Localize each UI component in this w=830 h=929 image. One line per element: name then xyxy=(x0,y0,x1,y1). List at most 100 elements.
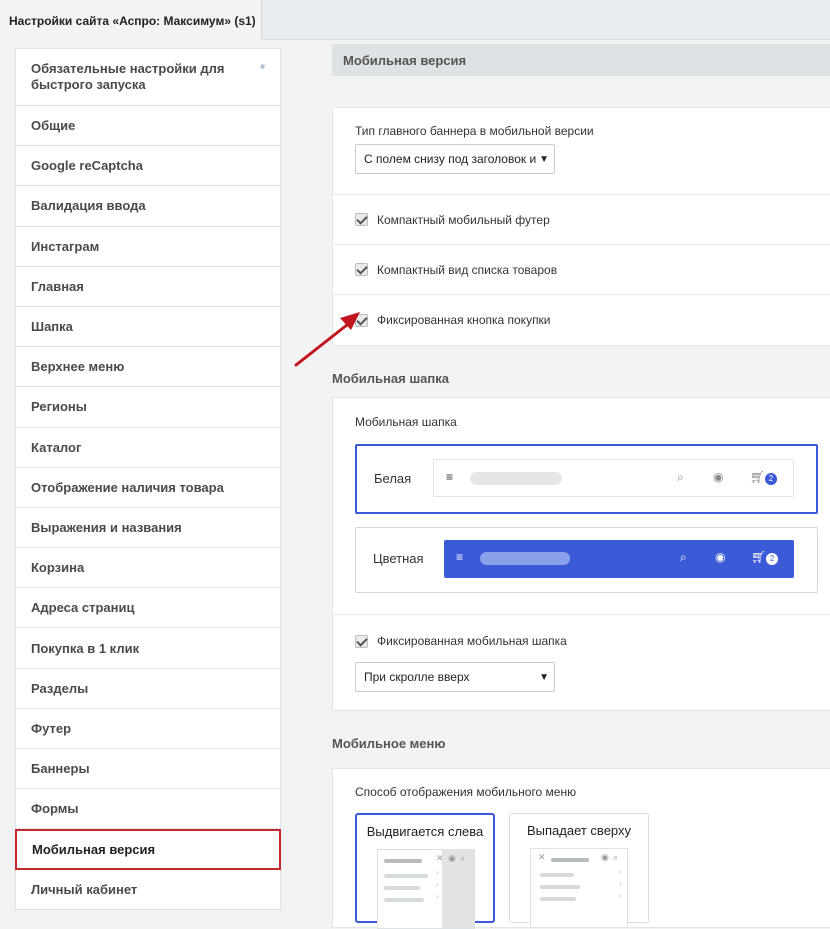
sidebar-item-label: Обязательные настройки для быстрого запу… xyxy=(31,61,225,92)
user-icon: ◉ xyxy=(448,853,456,863)
menu-line xyxy=(540,897,576,901)
search-icon: ⌕ xyxy=(680,550,687,564)
check-compact-footer[interactable]: Компактный мобильный футер xyxy=(333,195,830,245)
sidebar-item-basket[interactable]: Корзина xyxy=(15,548,281,589)
drop-top-preview: ✕ ◉ ⌕ › › › xyxy=(530,848,628,928)
banner-type-label: Тип главного баннера в мобильной версии xyxy=(355,124,594,138)
check-fixed-buy-button[interactable]: Фиксированная кнопка покупки xyxy=(333,295,830,345)
user-icon: ◉ xyxy=(713,470,724,484)
banner-type-row: Тип главного баннера в мобильной версии … xyxy=(333,108,830,195)
mobile-menu-group-title: Мобильное меню xyxy=(332,736,446,751)
sidebar-item-banners[interactable]: Баннеры xyxy=(15,749,281,790)
sidebar-item-sections[interactable]: Разделы xyxy=(15,668,281,709)
menu-option-label: Выпадает сверху xyxy=(526,823,632,838)
checkbox-icon[interactable] xyxy=(355,263,368,276)
check-label: Фиксированная кнопка покупки xyxy=(377,313,551,327)
check-label: Компактный мобильный футер xyxy=(377,212,550,227)
chevron-right-icon: › xyxy=(619,891,622,900)
sidebar-item-catalog[interactable]: Каталог xyxy=(15,427,281,468)
check-label: Компактный вид списка товаров xyxy=(377,262,558,277)
sidebar-item-footer[interactable]: Футер xyxy=(15,708,281,749)
checkbox-icon[interactable] xyxy=(355,213,368,226)
check-label: Фиксированная мобильная шапка xyxy=(377,634,567,648)
colored-header-preview: ≡ ⌕ ◉ 🛒︎ 2 xyxy=(444,540,794,578)
header-option-label: Белая xyxy=(374,471,412,486)
star-icon: * xyxy=(259,61,265,76)
sidebar-item-validation[interactable]: Валидация ввода xyxy=(15,186,281,227)
search-placeholder-bar xyxy=(470,472,562,485)
mobile-menu-panel: Способ отображения мобильного меню Выдви… xyxy=(332,768,830,929)
banner-type-value: С полем снизу под заголовок и xyxy=(364,152,537,166)
sidebar-item-header[interactable]: Шапка xyxy=(15,306,281,348)
dropdown-arrow-icon: ▼ xyxy=(539,154,549,165)
slide-left-preview: ✕ ◉ ⌕ › › › xyxy=(377,849,475,929)
menu-option-drop-top[interactable]: Выпадает сверху ✕ ◉ ⌕ › › › xyxy=(509,813,649,928)
chevron-right-icon: › xyxy=(436,880,439,889)
fixed-header-select[interactable]: При скролле вверх ▼ xyxy=(355,662,555,692)
checkbox-icon[interactable] xyxy=(355,634,368,648)
cart-count-badge: 2 xyxy=(766,553,778,565)
menu-option-slide-left[interactable]: Выдвигается слева ✕ ◉ ⌕ › › › xyxy=(355,813,495,929)
settings-tab[interactable]: Настройки сайта «Аспро: Максимум» (s1) xyxy=(0,0,262,41)
mobile-menu-label: Способ отображения мобильного меню xyxy=(355,785,577,799)
mobile-header-group-title: Мобильная шапка xyxy=(332,371,449,386)
sidebar-item-account[interactable]: Личный кабинет xyxy=(15,869,281,910)
main-content: Мобильная версия Тип главного баннера в … xyxy=(332,44,830,929)
close-icon: ✕ xyxy=(538,852,546,862)
cart-icon: 🛒︎ xyxy=(751,550,767,564)
header-option-white[interactable]: Белая ≡ ⌕ ◉ 🛒︎ 2 xyxy=(355,444,818,514)
search-placeholder-bar xyxy=(480,552,570,565)
cart-count-badge: 2 xyxy=(765,473,777,485)
mobile-header-divider xyxy=(333,614,830,615)
search-icon: ⌕ xyxy=(460,853,466,863)
sidebar-item-instagram[interactable]: Инстаграм xyxy=(15,226,281,267)
sidebar-item-page-urls[interactable]: Адреса страниц xyxy=(15,588,281,629)
top-tab-bar: Настройки сайта «Аспро: Максимум» (s1) xyxy=(0,0,830,41)
sidebar-item-phrases[interactable]: Выражения и названия xyxy=(15,507,281,549)
mobile-settings-panel: Тип главного баннера в мобильной версии … xyxy=(332,107,830,346)
hamburger-icon: ≡ xyxy=(456,550,464,564)
sidebar-item-availability[interactable]: Отображение наличия товара xyxy=(15,467,281,508)
menu-option-label: Выдвигается слева xyxy=(366,824,484,839)
dropdown-arrow-icon: ▼ xyxy=(539,672,549,683)
sidebar-item-recaptcha[interactable]: Google reCaptcha xyxy=(15,146,281,187)
sidebar-item-one-click[interactable]: Покупка в 1 клик xyxy=(15,628,281,669)
mobile-header-panel: Мобильная шапка Белая ≡ ⌕ ◉ 🛒︎ 2 Цветная… xyxy=(332,397,830,711)
hamburger-icon: ≡ xyxy=(446,470,454,484)
sidebar-item-mobile[interactable]: Мобильная версия xyxy=(15,829,281,870)
user-icon: ◉ xyxy=(601,852,609,862)
sidebar-item-main[interactable]: Главная xyxy=(15,266,281,307)
menu-line xyxy=(540,873,574,877)
chevron-right-icon: › xyxy=(619,867,622,876)
sidebar: Обязательные настройки для быстрого запу… xyxy=(15,48,281,910)
menu-line xyxy=(384,898,424,902)
banner-type-select[interactable]: С полем снизу под заголовок и ▼ xyxy=(355,144,555,174)
menu-line xyxy=(540,885,580,889)
sidebar-item-general[interactable]: Общие xyxy=(15,106,281,147)
close-icon: ✕ xyxy=(436,853,444,863)
mobile-header-label: Мобильная шапка xyxy=(355,415,457,429)
header-option-label: Цветная xyxy=(373,551,424,566)
check-fixed-mobile-header[interactable]: Фиксированная мобильная шапка xyxy=(355,634,567,648)
search-icon: ⌕ xyxy=(613,852,619,862)
search-icon: ⌕ xyxy=(677,470,684,484)
menu-line xyxy=(384,874,428,878)
sidebar-item-regions[interactable]: Регионы xyxy=(15,387,281,428)
white-header-preview: ≡ ⌕ ◉ 🛒︎ 2 xyxy=(433,459,794,497)
sidebar-item-required[interactable]: Обязательные настройки для быстрого запу… xyxy=(15,48,281,106)
menu-line xyxy=(551,858,589,862)
dim-overlay xyxy=(442,850,474,928)
chevron-right-icon: › xyxy=(619,879,622,888)
check-compact-list[interactable]: Компактный вид списка товаров xyxy=(333,245,830,295)
menu-line xyxy=(384,886,420,890)
checkbox-icon[interactable] xyxy=(355,313,368,327)
sidebar-item-top-menu[interactable]: Верхнее меню xyxy=(15,347,281,388)
header-option-colored[interactable]: Цветная ≡ ⌕ ◉ 🛒︎ 2 xyxy=(355,527,818,593)
chevron-right-icon: › xyxy=(436,892,439,901)
fixed-header-value: При скролле вверх xyxy=(364,670,470,684)
sidebar-item-forms[interactable]: Формы xyxy=(15,789,281,830)
cart-icon: 🛒︎ xyxy=(750,470,766,484)
menu-line xyxy=(384,859,422,863)
section-title: Мобильная версия xyxy=(332,44,830,76)
chevron-right-icon: › xyxy=(436,868,439,877)
